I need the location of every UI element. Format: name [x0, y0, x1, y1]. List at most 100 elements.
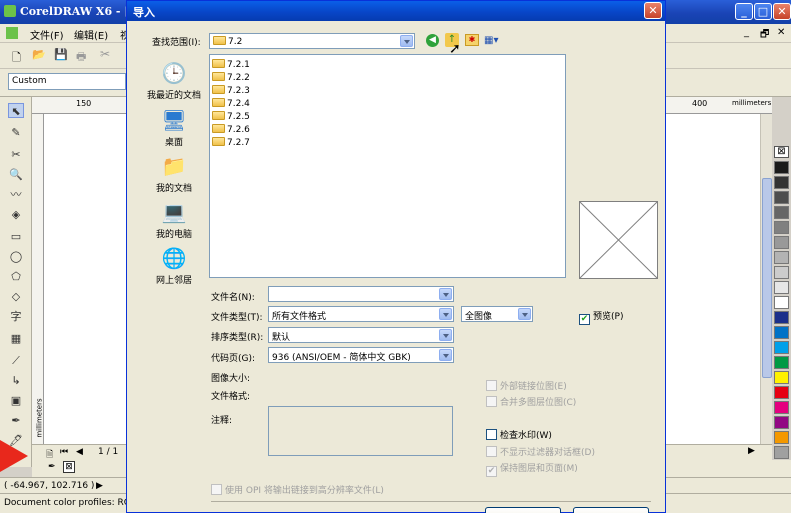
first-page-icon[interactable]: ⏮ — [60, 447, 68, 457]
import-dialog: 导入 ✕ 查找范围(I): 7.2 ◀ ↑ ✱ ▦▾ 🕒 我最近的文档 🖥 桌面… — [126, 0, 666, 513]
watermark-checkbox[interactable]: 检查水印(W) — [486, 428, 552, 441]
opi-checkbox[interactable]: 使用 OPI 将输出链接到高分辨率文件(L) — [211, 483, 384, 496]
places-recent[interactable]: 🕒 我最近的文档 — [139, 61, 209, 101]
look-in-select[interactable]: 7.2 — [209, 33, 415, 49]
ellipse-tool-icon[interactable]: ◯ — [8, 249, 24, 264]
toolbox: ⬉ ✎ ✂ 🔍 〰 ◈ ▭ ◯ ⬠ ◇ 字 ▦ ⟋ ↳ ▣ ✒ 🖊 — [0, 97, 32, 467]
shape-tool-icon[interactable]: ✎ — [8, 125, 24, 140]
eyedropper-tool-icon[interactable]: ✒ — [8, 413, 24, 428]
text-tool-icon[interactable]: 字 — [8, 309, 24, 324]
no-fill-icon[interactable]: ⊠ — [63, 461, 75, 473]
color-swatch[interactable] — [774, 356, 789, 369]
color-swatch[interactable] — [774, 371, 789, 384]
connector-tool-icon[interactable]: ↳ — [8, 373, 24, 388]
file-list[interactable]: 7.2.1 7.2.2 7.2.3 7.2.4 7.2.5 7.2.6 7.2.… — [209, 54, 566, 278]
places-network[interactable]: 🌐 网上邻居 — [139, 246, 209, 286]
eyedropper-icon[interactable]: ✒ — [48, 462, 56, 472]
list-item[interactable]: 7.2.5 — [212, 111, 250, 124]
dimension-tool-icon[interactable]: ⟋ — [8, 353, 24, 368]
minimize-button[interactable]: _ — [735, 3, 753, 20]
page-preset-select[interactable]: Custom — [8, 73, 126, 90]
smart-fill-icon[interactable]: ◈ — [8, 207, 24, 222]
new-folder-icon[interactable]: ✱ — [465, 34, 479, 46]
color-swatch[interactable] — [774, 281, 789, 294]
color-swatch[interactable] — [774, 251, 789, 264]
scroll-thumb[interactable] — [762, 178, 772, 378]
doc-close-button[interactable]: ✕ — [777, 27, 785, 38]
color-swatch[interactable] — [774, 176, 789, 189]
crop-tool-icon[interactable]: ✂ — [8, 147, 24, 162]
sort-label: 排序类型(R): — [211, 333, 264, 343]
no-filter-dialog-checkbox[interactable]: 不显示过滤器对话框(D) — [486, 445, 595, 458]
rectangle-tool-icon[interactable]: ▭ — [8, 229, 24, 244]
filename-input[interactable] — [268, 286, 454, 302]
save-icon[interactable]: 💾 — [54, 48, 68, 61]
chevron-down-icon — [439, 329, 452, 341]
color-swatch[interactable] — [774, 191, 789, 204]
status-arrow-icon[interactable]: ▶ — [96, 481, 103, 491]
close-icon[interactable]: ✕ — [644, 2, 662, 19]
app-close-button[interactable]: ✕ — [773, 3, 791, 20]
image-mode-select[interactable]: 全图像 — [461, 306, 533, 322]
color-swatch[interactable] — [774, 206, 789, 219]
prev-page-icon[interactable]: ◀ — [76, 447, 83, 457]
list-item[interactable]: 7.2.1 — [212, 59, 250, 72]
menu-file[interactable]: 文件(F) — [30, 27, 64, 42]
color-swatch[interactable] — [774, 311, 789, 324]
list-item[interactable]: 7.2.2 — [212, 72, 250, 85]
doc-minimize-button[interactable]: _ — [744, 27, 749, 38]
list-item[interactable]: 7.2.7 — [212, 137, 250, 150]
open-icon[interactable]: 📂 — [32, 48, 46, 61]
pick-tool-icon[interactable]: ⬉ — [8, 103, 24, 118]
menu-edit[interactable]: 编辑(E) — [74, 27, 108, 42]
filetype-select[interactable]: 所有文件格式 — [268, 306, 454, 322]
combine-layers-checkbox[interactable]: 合并多图层位图(C) — [486, 395, 576, 408]
doc-restore-button[interactable]: 🗗 — [760, 27, 769, 44]
scroll-right-icon[interactable]: ▶ — [748, 446, 755, 456]
maximize-button[interactable]: □ — [754, 3, 772, 20]
places-label: 桌面 — [164, 138, 183, 148]
ruler-tick-label: 150 — [76, 99, 92, 108]
no-color-icon[interactable]: ⊠ — [774, 146, 789, 158]
cut-icon[interactable]: ✂ — [100, 47, 110, 61]
color-swatch[interactable] — [774, 431, 789, 444]
color-swatch[interactable] — [774, 236, 789, 249]
print-icon[interactable]: 🖶 — [76, 48, 86, 67]
vertical-scrollbar[interactable] — [760, 114, 772, 444]
keep-layers-checkbox[interactable]: ✔ 保持图层和页面(M) — [486, 461, 578, 477]
freehand-tool-icon[interactable]: 〰 — [8, 187, 24, 202]
color-swatch[interactable] — [774, 296, 789, 309]
back-icon[interactable]: ◀ — [426, 34, 439, 47]
color-swatch[interactable] — [774, 446, 789, 459]
codepage-select[interactable]: 936 (ANSI/OEM - 简体中文 GBK) — [268, 347, 454, 363]
color-swatch[interactable] — [774, 416, 789, 429]
places-desktop[interactable]: 🖥 桌面 — [139, 108, 209, 148]
places-my-documents[interactable]: 📁 我的文档 — [139, 154, 209, 194]
import-button[interactable] — [485, 507, 561, 513]
external-link-checkbox[interactable]: 外部链接位图(E) — [486, 379, 567, 392]
preview-checkbox[interactable]: ✔ 预览(P) — [579, 309, 623, 325]
list-item[interactable]: 7.2.6 — [212, 124, 250, 137]
new-icon[interactable]: 🗋 — [12, 49, 21, 68]
empty-preview-icon — [579, 201, 658, 279]
list-item[interactable]: 7.2.3 — [212, 85, 250, 98]
color-swatch[interactable] — [774, 386, 789, 399]
color-swatch[interactable] — [774, 341, 789, 354]
zoom-tool-icon[interactable]: 🔍 — [8, 167, 24, 182]
folder-icon — [212, 85, 225, 94]
view-menu-icon[interactable]: ▦▾ — [484, 34, 502, 47]
blend-tool-icon[interactable]: ▣ — [8, 393, 24, 408]
color-swatch[interactable] — [774, 401, 789, 414]
chevron-down-icon — [400, 35, 413, 47]
color-swatch[interactable] — [774, 161, 789, 174]
polygon-tool-icon[interactable]: ⬠ — [8, 269, 24, 284]
cancel-button[interactable] — [573, 507, 649, 513]
sort-select[interactable]: 默认 — [268, 327, 454, 343]
table-tool-icon[interactable]: ▦ — [8, 331, 24, 346]
color-swatch[interactable] — [774, 221, 789, 234]
color-swatch[interactable] — [774, 326, 789, 339]
list-item[interactable]: 7.2.4 — [212, 98, 250, 111]
places-my-computer[interactable]: 💻 我的电脑 — [139, 200, 209, 240]
color-swatch[interactable] — [774, 266, 789, 279]
basic-shapes-icon[interactable]: ◇ — [8, 289, 24, 304]
